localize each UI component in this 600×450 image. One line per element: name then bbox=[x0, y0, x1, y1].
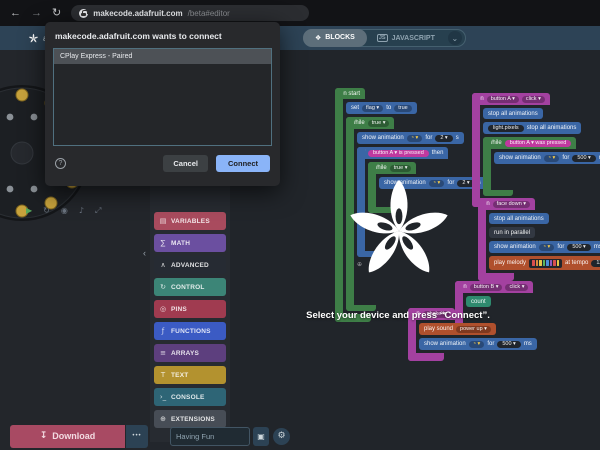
gear-icon: ⚙ bbox=[277, 431, 285, 441]
block-on-face-down[interactable]: onface down ▾ stop all animations run in… bbox=[478, 198, 600, 281]
block-while-loop[interactable]: whiletrue ▾ show animation◔ ▾ for2 ▾s bbox=[368, 162, 486, 213]
toolbox-collapse-arrow[interactable]: ‹ bbox=[143, 248, 146, 258]
console-icon: ›_ bbox=[159, 393, 167, 401]
category-advanced[interactable]: ∧ADVANCED bbox=[154, 256, 226, 274]
download-options-button[interactable]: ••• bbox=[126, 425, 148, 448]
block-set[interactable]: setflag ▾ totrue bbox=[346, 102, 417, 114]
category-functions[interactable]: ƒFUNCTIONS bbox=[154, 322, 226, 340]
arrays-icon: ≡ bbox=[159, 349, 167, 357]
address-bar[interactable]: makecode.adafruit.com/beta#editor bbox=[71, 5, 309, 21]
block-play-sound[interactable]: play soundpower up ▾ bbox=[419, 323, 496, 335]
sound-icon[interactable]: ♪ bbox=[79, 206, 84, 216]
save-button[interactable]: ▣ bbox=[253, 427, 269, 446]
download-button[interactable]: ↧ Download bbox=[10, 425, 125, 448]
tab-blocks-label: BLOCKS bbox=[325, 34, 355, 41]
dialog-title: makecode.adafruit.com wants to connect bbox=[45, 22, 280, 48]
connect-button[interactable]: Connect bbox=[216, 155, 270, 172]
block-on-shake[interactable]: onshake ▾ play soundpower up ▾ show anim… bbox=[408, 308, 537, 361]
block-light-pixels[interactable]: light.pixelsstop all animations bbox=[483, 122, 581, 134]
tab-javascript-label: JAVASCRIPT bbox=[392, 35, 435, 42]
functions-icon: ƒ bbox=[159, 327, 167, 335]
blocks-icon: ❖ bbox=[315, 34, 321, 42]
settings-button[interactable]: ⚙ bbox=[273, 428, 290, 445]
block-show-animation[interactable]: show animation◔ ▾ for500 ▾ms bbox=[489, 241, 600, 253]
back-icon[interactable]: ← bbox=[10, 8, 21, 19]
device-list-item[interactable]: CPlay Express - Paired bbox=[54, 49, 271, 64]
block-while-loop[interactable]: whilebutton A ▾ was pressed show animati… bbox=[483, 137, 600, 196]
category-control[interactable]: ↻CONTROL bbox=[154, 278, 226, 296]
debug-icon[interactable]: ◉ bbox=[61, 206, 68, 216]
math-icon: ∑ bbox=[159, 239, 167, 247]
category-console[interactable]: ›_CONSOLE bbox=[154, 388, 226, 406]
block-show-animation[interactable]: show animation◔ ▾ for2 ▾s bbox=[379, 177, 486, 189]
block-play-melody[interactable]: play melody at tempo120bpm bbox=[489, 256, 600, 270]
adafruit-flower-icon bbox=[28, 33, 39, 44]
reload-icon[interactable]: ↻ bbox=[52, 8, 61, 19]
forward-icon[interactable]: → bbox=[31, 8, 42, 19]
save-icon: ▣ bbox=[257, 432, 265, 441]
editor-bottom-bar: ↧ Download ••• ▣ ⚙ bbox=[0, 422, 600, 450]
expand-if-icon[interactable]: ⊕ bbox=[368, 216, 373, 225]
usb-download-icon: ↧ bbox=[40, 431, 48, 441]
block-count[interactable]: count bbox=[466, 296, 491, 307]
lock-icon bbox=[79, 9, 88, 18]
block-run-in-parallel[interactable]: run in parallel bbox=[489, 227, 535, 238]
dialog-footer: ? Cancel Connect bbox=[45, 146, 280, 180]
ellipsis-icon: ••• bbox=[132, 433, 141, 439]
javascript-icon: JS bbox=[377, 34, 388, 42]
text-icon: T bbox=[159, 371, 167, 379]
category-arrays[interactable]: ≡ARRAYS bbox=[154, 344, 226, 362]
block-show-animation[interactable]: show animation◔ ▾ for2 ▾s bbox=[357, 132, 464, 144]
tab-javascript[interactable]: JS JAVASCRIPT bbox=[367, 34, 445, 42]
chevron-down-icon: ⌄ bbox=[452, 34, 459, 43]
category-math[interactable]: ∑MATH bbox=[154, 234, 226, 252]
device-list: CPlay Express - Paired bbox=[53, 48, 272, 146]
url-path: /beta#editor bbox=[188, 9, 230, 18]
block-if[interactable]: ifbutton A ▾ is pressedthen whiletrue ▾ … bbox=[357, 147, 486, 257]
project-name-input[interactable] bbox=[170, 427, 250, 446]
category-pins[interactable]: ◎PINS bbox=[154, 300, 226, 318]
help-icon[interactable]: ? bbox=[55, 158, 66, 169]
expand-if-icon[interactable]: ⊕ bbox=[357, 260, 362, 269]
category-variables[interactable]: ▤VARIABLES bbox=[154, 212, 226, 230]
block-on-button-a-click[interactable]: onbutton A ▾click ▾ stop all animations … bbox=[472, 93, 600, 207]
control-icon: ↻ bbox=[159, 283, 167, 291]
category-list: ▤VARIABLES ∑MATH ∧ADVANCED ↻CONTROL ◎PIN… bbox=[154, 212, 226, 428]
language-toggle: ❖ BLOCKS JS JAVASCRIPT ⌄ bbox=[303, 29, 466, 47]
simulator-controls: ▶ ↻ ◉ ♪ ⤢ bbox=[26, 206, 101, 216]
download-label: Download bbox=[52, 431, 95, 441]
variables-icon: ▤ bbox=[159, 217, 167, 225]
block-show-animation[interactable]: show animation◔ ▾ for500 ▾ms bbox=[419, 338, 537, 350]
blocks-workspace[interactable]: on start setflag ▾ totrue whiletrue ▾ sh… bbox=[230, 50, 600, 450]
category-text[interactable]: TTEXT bbox=[154, 366, 226, 384]
device-connect-dialog: makecode.adafruit.com wants to connect C… bbox=[45, 22, 280, 186]
block-show-animation[interactable]: show animation◔ ▾ for500 ▾ms bbox=[494, 152, 600, 164]
language-dropdown-caret[interactable]: ⌄ bbox=[448, 31, 462, 45]
melody-strip[interactable] bbox=[529, 259, 562, 268]
chevron-up-icon: ∧ bbox=[159, 261, 167, 269]
fullscreen-icon[interactable]: ⤢ bbox=[95, 206, 101, 216]
url-host: makecode.adafruit.com bbox=[93, 9, 182, 18]
play-icon[interactable]: ▶ bbox=[26, 206, 32, 216]
block-stop-all-animations[interactable]: stop all animations bbox=[483, 108, 543, 119]
restart-icon[interactable]: ↻ bbox=[43, 206, 50, 216]
cancel-button[interactable]: Cancel bbox=[163, 155, 208, 172]
pins-icon: ◎ bbox=[159, 305, 167, 313]
block-stop-all-animations[interactable]: stop all animations bbox=[489, 213, 549, 224]
tab-blocks[interactable]: ❖ BLOCKS bbox=[303, 29, 367, 47]
